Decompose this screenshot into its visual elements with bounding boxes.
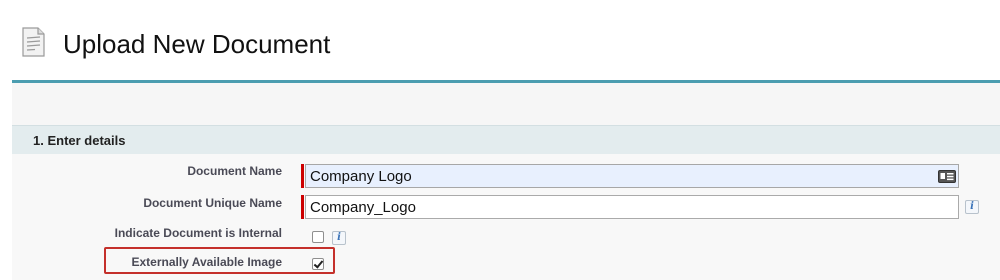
required-indicator <box>301 195 304 219</box>
contact-card-icon[interactable] <box>938 170 956 183</box>
section-header: 1. Enter details <box>12 125 1000 155</box>
document-unique-name-label: Document Unique Name <box>143 196 282 210</box>
upload-document-page: Upload New Document 1. Enter details Doc… <box>0 0 1000 280</box>
document-name-input[interactable] <box>305 164 959 188</box>
document-icon <box>22 27 45 57</box>
highlight-annotation <box>104 247 335 274</box>
document-unique-name-input[interactable] <box>305 195 959 219</box>
section-title: 1. Enter details <box>33 133 126 148</box>
indicate-internal-checkbox[interactable] <box>312 231 324 243</box>
page-header: Upload New Document <box>0 0 1000 78</box>
indicate-internal-label: Indicate Document is Internal <box>114 226 282 240</box>
required-indicator <box>301 164 304 188</box>
info-icon[interactable]: i <box>965 200 979 214</box>
page-title: Upload New Document <box>63 29 331 59</box>
document-name-label: Document Name <box>187 164 282 178</box>
info-icon[interactable]: i <box>332 231 346 245</box>
panel-button-bar <box>12 83 1000 125</box>
